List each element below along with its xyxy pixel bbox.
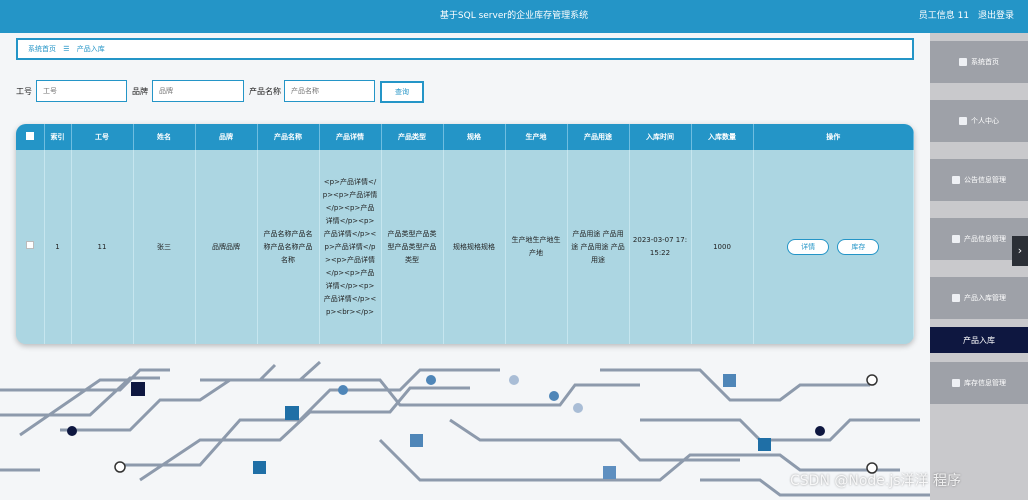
sidebar-item-home[interactable]: 系统首页	[930, 41, 1028, 83]
col-header: 产品名称	[257, 124, 320, 150]
stock-button[interactable]: 库存	[837, 239, 880, 255]
top-bar: 基于SQL server的企业库存管理系统 员工信息 11 退出登录	[0, 0, 1028, 33]
sidebar-item-inbound[interactable]: 产品入库	[930, 327, 1028, 353]
sidebar-item-label: 个人中心	[971, 117, 999, 125]
sidebar-item-label: 公告信息管理	[964, 176, 1006, 184]
sidebar-item-inventory[interactable]: 库存信息管理	[930, 362, 1028, 404]
sidebar-item-profile[interactable]: 个人中心	[930, 100, 1028, 142]
search-form: 工号 品牌 产品名称 查询	[16, 80, 916, 104]
search-button[interactable]: 查询	[380, 81, 424, 103]
cell-name: 张三	[133, 150, 196, 344]
table-icon	[952, 294, 960, 302]
breadcrumb-separator-icon: ☰	[63, 45, 70, 53]
notice-icon	[952, 176, 960, 184]
cell-emp-no: 11	[71, 150, 134, 344]
emp-no-label: 工号	[16, 87, 32, 96]
box-icon	[952, 379, 960, 387]
sidebar-item-label: 库存信息管理	[964, 379, 1006, 387]
cell-product-name: 产品名称产品名称产品名称产品名称	[257, 150, 320, 344]
brand-label: 品牌	[132, 87, 148, 96]
col-header: 产品类型	[381, 124, 444, 150]
col-header: 品牌	[195, 124, 258, 150]
breadcrumb-current: 产品入库	[76, 45, 105, 53]
watermark: CSDN @Node.js洋洋 程序	[790, 473, 961, 489]
cell-index: 1	[44, 150, 72, 344]
product-name-input[interactable]	[284, 80, 375, 102]
product-name-label: 产品名称	[249, 87, 281, 96]
cell-brand: 品牌品牌	[195, 150, 258, 344]
sidebar-item-label: 产品入库	[963, 335, 995, 345]
cell-actions: 详情 库存	[753, 150, 914, 344]
col-header: 产品用途	[567, 124, 630, 150]
grid-icon	[952, 235, 960, 243]
row-checkbox[interactable]	[25, 240, 34, 249]
cell-origin: 生产地生产地生产地	[505, 150, 568, 344]
user-info-link[interactable]: 员工信息 11	[919, 11, 969, 21]
breadcrumb: 系统首页 ☰ 产品入库	[16, 38, 914, 60]
row-select-cell	[16, 150, 45, 344]
cell-type: 产品类型产品类型产品类型产品类型	[381, 150, 444, 344]
user-area: 员工信息 11 退出登录	[913, 0, 1014, 33]
cell-detail: <p>产品详情</p><p>产品详情</p><p>产品详情</p><p>产品详情…	[319, 150, 382, 344]
col-header: 生产地	[505, 124, 568, 150]
col-header: 索引	[44, 124, 72, 150]
cell-qty: 1000	[691, 150, 754, 344]
brand-input[interactable]	[152, 80, 244, 102]
col-header: 入库时间	[629, 124, 692, 150]
circuit-nodes	[67, 374, 878, 479]
col-header: 产品详情	[319, 124, 382, 150]
col-header: 规格	[443, 124, 506, 150]
sidebar-toggle-chevron-right-icon[interactable]: ›	[1012, 236, 1028, 266]
col-header: 入库数量	[691, 124, 754, 150]
cell-usage: 产品用途 产品用途 产品用途 产品用途	[567, 150, 630, 344]
table-header-row: 索引 工号 姓名 品牌 产品名称 产品详情 产品类型 规格 生产地 产品用途 入…	[16, 124, 914, 150]
inventory-table: 索引 工号 姓名 品牌 产品名称 产品详情 产品类型 规格 生产地 产品用途 入…	[16, 124, 914, 344]
sidebar-item-notices[interactable]: 公告信息管理	[930, 159, 1028, 201]
select-all-checkbox[interactable]	[25, 132, 34, 140]
sidebar: 系统首页 个人中心 公告信息管理 产品信息管理 产品入库管理 产品入库 库存信息…	[930, 33, 1028, 500]
table-row: 1 11 张三 品牌品牌 产品名称产品名称产品名称产品名称 <p>产品详情</p…	[16, 150, 914, 344]
app-title: 基于SQL server的企业库存管理系统	[439, 11, 589, 21]
col-header: 姓名	[133, 124, 196, 150]
col-header: 操作	[753, 124, 914, 150]
sidebar-item-inbound-mgmt[interactable]: 产品入库管理	[930, 277, 1028, 319]
home-icon	[959, 58, 967, 66]
cell-time: 2023-03-07 17:15:22	[629, 150, 692, 344]
col-header: 工号	[71, 124, 134, 150]
emp-no-input[interactable]	[36, 80, 127, 102]
detail-button[interactable]: 详情	[787, 239, 830, 255]
logout-link[interactable]: 退出登录	[978, 11, 1014, 21]
select-all-cell	[16, 124, 45, 150]
sidebar-item-label: 产品信息管理	[964, 235, 1006, 243]
sidebar-item-label: 系统首页	[971, 58, 999, 66]
sidebar-item-label: 产品入库管理	[964, 294, 1006, 302]
cell-spec: 规格规格规格	[443, 150, 506, 344]
breadcrumb-home[interactable]: 系统首页	[28, 45, 56, 53]
user-icon	[959, 117, 967, 125]
